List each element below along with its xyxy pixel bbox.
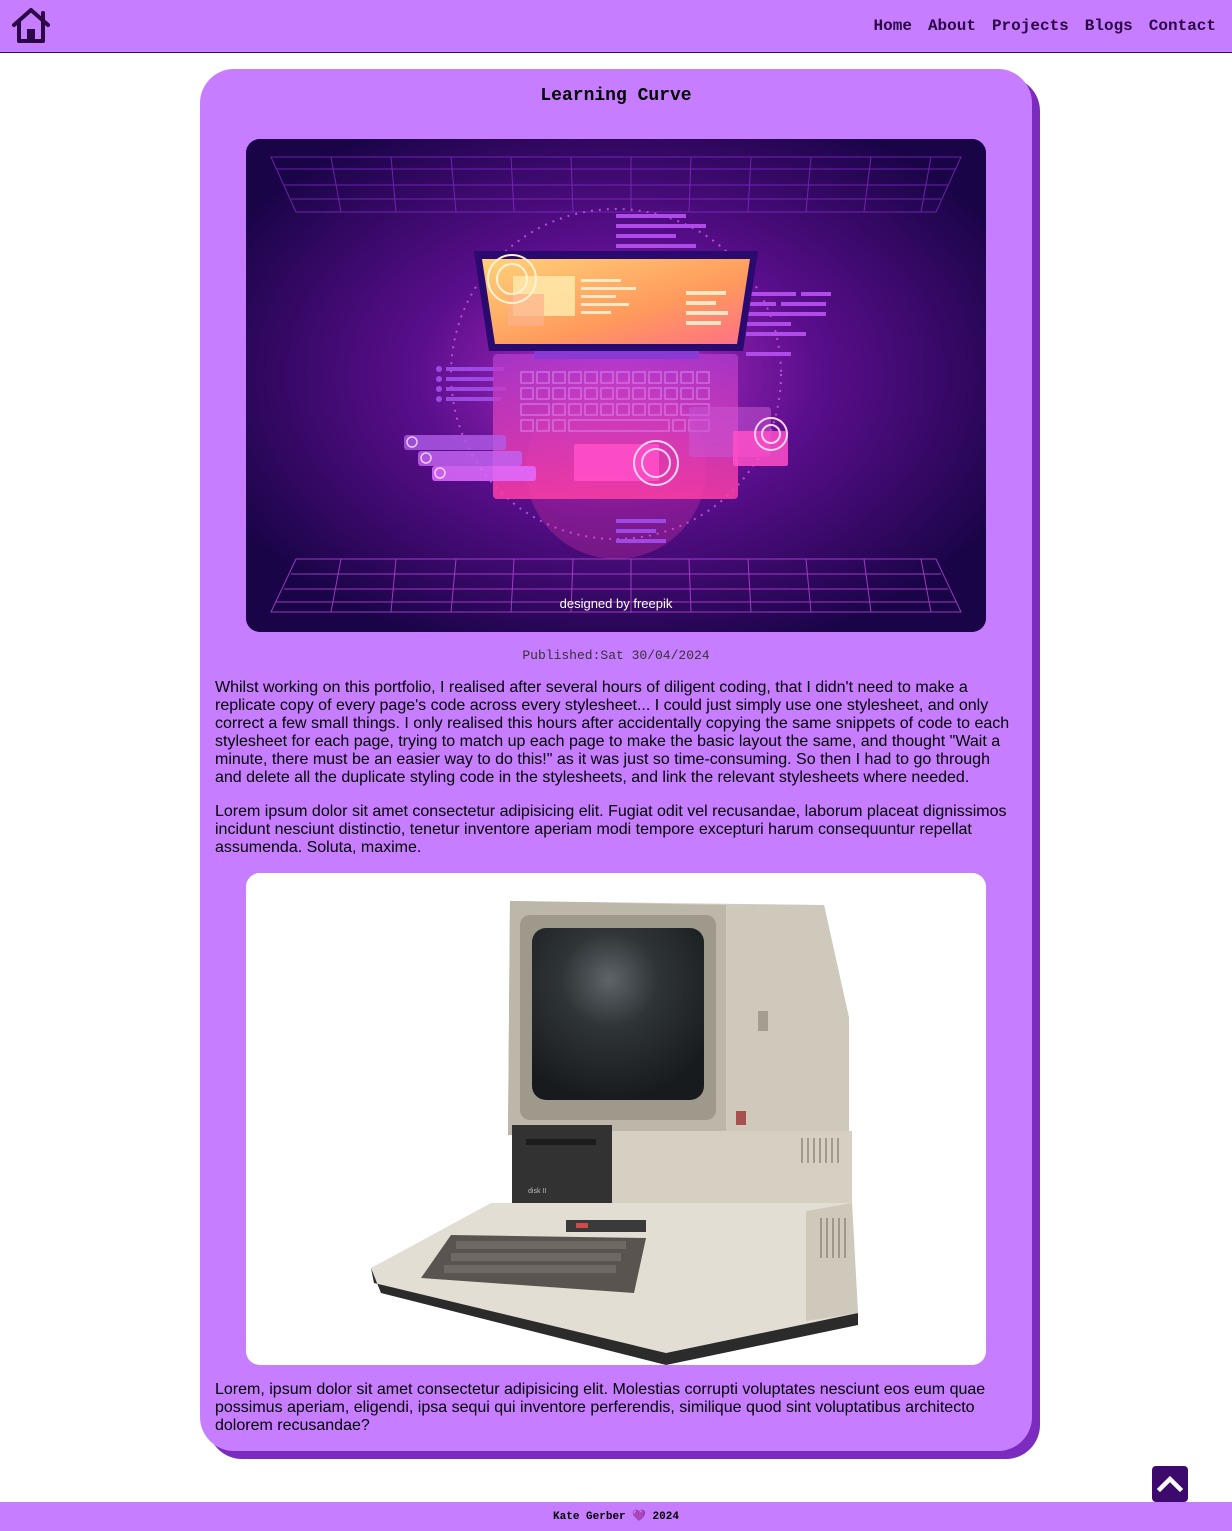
laptop-illustration: designed by freepik <box>246 139 986 632</box>
navbar: Home About Projects Blogs Contact <box>0 0 1232 53</box>
blog-post-card: Learning Curve designed by freepik Publi… <box>200 69 1032 1451</box>
back-to-top-button[interactable] <box>1152 1466 1188 1502</box>
post-title: Learning Curve <box>540 86 692 106</box>
post-paragraph-2: Lorem ipsum dolor sit amet consectetur a… <box>215 803 1007 856</box>
home-icon-link[interactable] <box>11 6 51 44</box>
nav-projects[interactable]: Projects <box>992 17 1069 35</box>
nav-about[interactable]: About <box>928 17 976 35</box>
hero-credit: designed by freepik <box>560 596 673 611</box>
vintage-computer-photo: disk II disk II <box>246 873 986 1365</box>
footer: Kate Gerber 💜 2024 <box>0 1502 1232 1531</box>
home-icon <box>12 8 50 43</box>
chevron-up-icon <box>1156 1475 1184 1493</box>
post-paragraph-3: Lorem, ipsum dolor sit amet consectetur … <box>215 1381 986 1434</box>
published-date: Published:Sat 30/04/2024 <box>522 648 710 663</box>
hero-image: designed by freepik <box>246 139 986 632</box>
nav-home[interactable]: Home <box>874 17 912 35</box>
nav-blogs[interactable]: Blogs <box>1085 17 1133 35</box>
footer-text: Kate Gerber 💜 2024 <box>553 1511 679 1523</box>
nav-links: Home About Projects Blogs Contact <box>874 17 1216 35</box>
nav-contact[interactable]: Contact <box>1149 17 1216 35</box>
post-paragraph-1: Whilst working on this portfolio, I real… <box>215 679 1010 786</box>
svg-text:disk II: disk II <box>528 1188 546 1195</box>
computer-photo-icon: disk II disk II <box>246 873 986 1365</box>
